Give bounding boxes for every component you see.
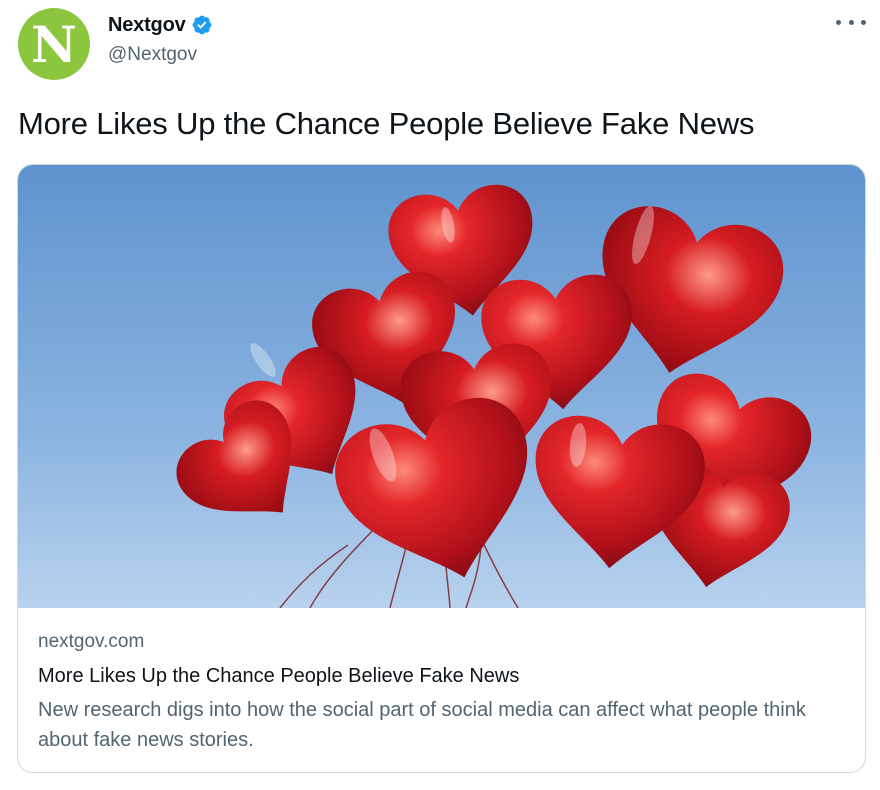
more-dot xyxy=(848,19,854,25)
heart-balloons-image[interactable] xyxy=(18,165,865,608)
author-handle[interactable]: @Nextgov xyxy=(108,44,213,66)
tweet-text: More Likes Up the Chance People Believe … xyxy=(18,106,755,141)
card-body: nextgov.com More Likes Up the Chance Peo… xyxy=(38,629,848,755)
card-title[interactable]: More Likes Up the Chance People Believe … xyxy=(38,663,848,689)
author-names: Nextgov @Nextgov xyxy=(108,12,213,66)
link-card[interactable]: nextgov.com More Likes Up the Chance Peo… xyxy=(17,164,866,773)
tweet[interactable]: N Nextgov @Nextgov More Likes Up the Cha… xyxy=(0,0,880,790)
verified-badge-icon xyxy=(191,14,213,36)
avatar[interactable]: N xyxy=(18,8,90,80)
more-dot xyxy=(836,19,841,25)
card-domain: nextgov.com xyxy=(38,631,145,652)
more-dots-icon[interactable] xyxy=(836,12,866,32)
display-name[interactable]: Nextgov xyxy=(108,14,186,37)
name-row: Nextgov xyxy=(108,12,213,38)
more-dot xyxy=(861,19,866,25)
tweet-header: N Nextgov @Nextgov xyxy=(18,8,868,80)
avatar-logo-letter: N xyxy=(31,15,77,74)
card-description: New research digs into how the social pa… xyxy=(38,699,806,751)
